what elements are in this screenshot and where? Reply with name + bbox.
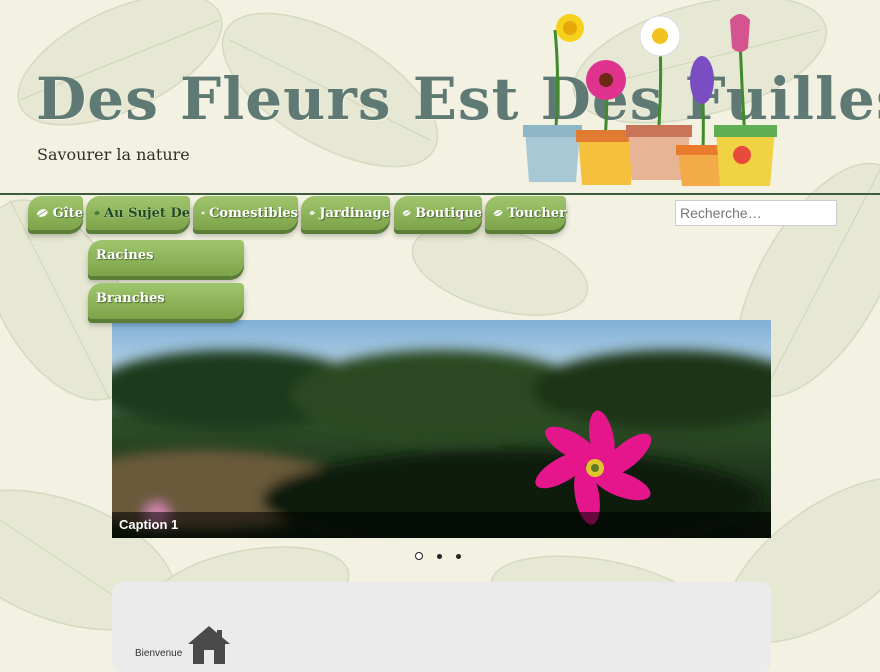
slider-dot-2[interactable] xyxy=(437,553,442,559)
nav-item-toucher[interactable]: Toucher xyxy=(485,196,566,230)
submenu-label: Branches xyxy=(96,291,165,306)
site-header: Des Fleurs Est Des Fuilles Savourer la n… xyxy=(0,0,880,195)
nav-item-gite[interactable]: Gîte xyxy=(28,196,83,230)
submenu-item-branches[interactable]: Branches xyxy=(88,283,244,319)
tulip-flower xyxy=(730,14,750,52)
home-icon[interactable] xyxy=(186,624,232,664)
daisy-flower xyxy=(639,15,681,57)
nav-item-comestibles[interactable]: Comestibles xyxy=(193,196,298,230)
header-divider xyxy=(0,193,880,195)
nav-label: Toucher xyxy=(507,205,566,221)
gerbera-flower xyxy=(586,60,626,100)
site-tagline: Savourer la nature xyxy=(37,145,190,164)
hyacinth-flower xyxy=(690,56,714,104)
welcome-text: Bienvenue xyxy=(135,648,183,659)
nav-item-au-sujet-de[interactable]: Au Sujet De xyxy=(86,196,190,230)
nav-label: Boutique xyxy=(415,205,482,221)
leaf-icon xyxy=(94,211,100,215)
slider-dot-3[interactable] xyxy=(456,553,461,559)
nav-item-boutique[interactable]: Boutique xyxy=(394,196,482,230)
slider-pagination xyxy=(415,552,461,560)
submenu-label: Racines xyxy=(96,248,154,263)
nav-label: Jardinage xyxy=(319,205,390,221)
pots xyxy=(523,125,777,186)
leaf-icon xyxy=(37,209,48,217)
image-slider[interactable]: Caption 1 xyxy=(112,320,771,538)
leaf-icon xyxy=(201,211,205,215)
daffodil-flower xyxy=(556,14,584,42)
slide-caption: Caption 1 xyxy=(112,512,771,538)
slider-dot-1[interactable] xyxy=(415,552,423,560)
leaf-icon xyxy=(402,210,411,216)
leaf-icon xyxy=(493,209,503,217)
flower-pots-illustration xyxy=(523,14,777,186)
nav-label: Gîte xyxy=(52,205,83,221)
slide-image xyxy=(112,320,771,538)
leaf-icon xyxy=(309,211,315,215)
nav-label: Au Sujet De xyxy=(104,205,190,221)
submenu-item-racines[interactable]: Racines xyxy=(88,240,244,276)
nav-label: Comestibles xyxy=(209,205,298,221)
nav-item-jardinage[interactable]: Jardinage xyxy=(301,196,390,230)
search-input[interactable] xyxy=(675,200,837,226)
